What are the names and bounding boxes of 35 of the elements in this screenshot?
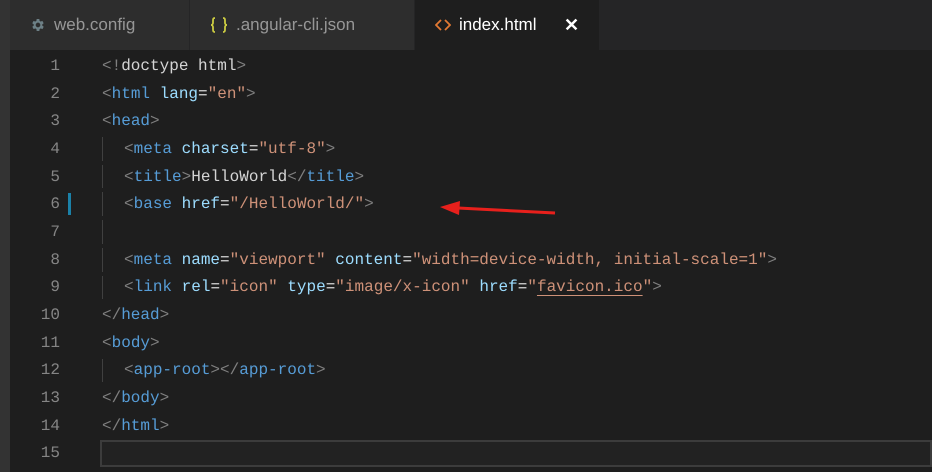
line-number: 14 xyxy=(40,416,60,437)
line-number: 9 xyxy=(49,277,60,298)
code-line: <body> xyxy=(102,332,160,354)
code-line: <meta name="viewport" content="width=device-width, initial-scale=1"> xyxy=(124,250,777,271)
line-number: 3 xyxy=(49,111,60,132)
line-number: 2 xyxy=(49,84,60,105)
code-icon xyxy=(435,18,451,32)
line-number: 5 xyxy=(49,166,60,188)
line-number: 1 xyxy=(49,56,60,77)
braces-icon xyxy=(210,17,228,33)
code-line: <base href="/HelloWorld/"> xyxy=(124,194,374,216)
code-line: <!doctype html> xyxy=(102,56,246,77)
code-line: <meta charset="utf-8"> xyxy=(124,138,336,160)
code-line: </head> xyxy=(102,305,170,326)
editor-tab[interactable]: .angular-cli.json xyxy=(190,0,415,50)
code-line: <html lang="en"> xyxy=(102,84,256,105)
code-line: <app-root></app-root> xyxy=(124,360,326,382)
code-line: </body> xyxy=(102,388,170,410)
line-number: 11 xyxy=(40,332,60,354)
line-number: 8 xyxy=(49,250,60,271)
line-number: 12 xyxy=(40,360,60,382)
code-line: </html> xyxy=(102,416,170,437)
gear-icon xyxy=(30,17,46,33)
code-line: <title>HelloWorld</title> xyxy=(124,166,364,188)
line-number: 4 xyxy=(49,138,60,160)
editor-tab[interactable]: web.config xyxy=(10,0,190,50)
editor-tab[interactable]: index.html ✕ xyxy=(415,0,600,50)
code-line: <head> xyxy=(102,111,160,132)
code-line: <link rel="icon" type="image/x-icon" href="favicon.ico"> xyxy=(124,277,662,298)
line-number: 7 xyxy=(49,222,60,243)
line-number: 15 xyxy=(40,443,60,464)
close-button[interactable]: ✕ xyxy=(564,12,579,38)
line-number: 6 xyxy=(49,194,60,216)
line-number: 13 xyxy=(40,388,60,410)
line-number: 10 xyxy=(40,305,60,326)
